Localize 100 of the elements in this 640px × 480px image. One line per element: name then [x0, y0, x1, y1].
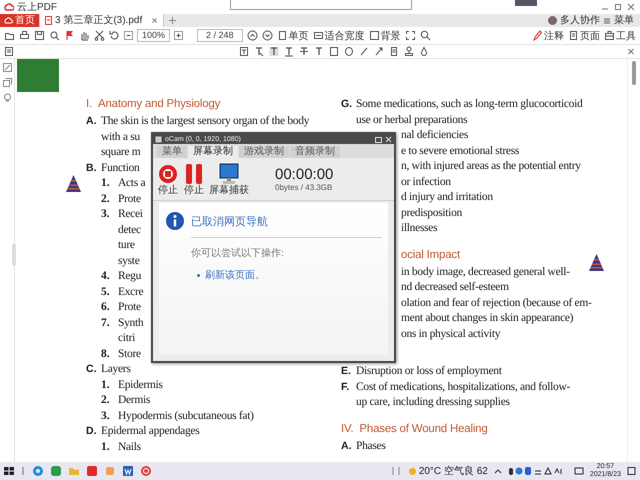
list-text: n, with injured areas as the potential entry	[401, 159, 581, 174]
rotate-icon[interactable]	[109, 30, 120, 41]
tab[interactable]: 菜单	[157, 146, 187, 158]
tab[interactable]: 屏幕录制	[188, 146, 238, 158]
edit-icon[interactable]	[2, 63, 12, 72]
notification-icon[interactable]	[627, 466, 636, 476]
list-text: predisposition	[401, 206, 462, 220]
toolbar-button[interactable]: 工具	[604, 28, 636, 42]
toolbar-button[interactable]: 页面	[568, 28, 600, 42]
page-number-field[interactable]: 2 / 248	[197, 29, 243, 42]
list-text: Dermis	[118, 393, 150, 408]
rectangle-icon[interactable]	[329, 46, 339, 57]
magnifier-icon[interactable]	[49, 30, 60, 41]
list-text: detec	[118, 222, 141, 238]
hint-text: 你可以尝试以下操作:	[191, 246, 285, 260]
view-button[interactable]: 单页	[276, 28, 309, 42]
list-text: Hypodermis (subcutaneous fat)	[118, 408, 254, 424]
text-icon[interactable]	[314, 46, 324, 57]
text-box-icon[interactable]	[239, 46, 249, 57]
app-icon[interactable]	[140, 465, 152, 477]
tab[interactable]: 3 第三章正文(3).pdf	[40, 14, 164, 27]
app-icon[interactable]	[50, 465, 62, 477]
list-text: Nails	[118, 440, 141, 454]
list-text: or infection	[401, 174, 451, 190]
section-heading: Phases of Wound Healing	[359, 422, 488, 436]
list-marker: 3.	[101, 408, 111, 424]
print-icon[interactable]	[19, 30, 30, 41]
list-marker: F.	[341, 380, 350, 394]
comment-icon[interactable]	[2, 93, 12, 102]
windows-icon[interactable]	[4, 466, 14, 476]
note-icon[interactable]	[389, 46, 399, 57]
zoom-in-icon[interactable]	[174, 30, 184, 41]
browser-icon[interactable]	[32, 465, 44, 477]
list-marker: A.	[86, 114, 98, 129]
list-marker: 2.	[101, 393, 111, 408]
stamp-icon[interactable]	[404, 46, 414, 57]
list-text: Prote	[118, 192, 141, 206]
list-marker: B.	[86, 160, 98, 176]
toolbar-button[interactable]: 停止	[183, 162, 205, 196]
strikethrough-icon[interactable]	[299, 46, 309, 57]
flag-icon[interactable]	[64, 30, 75, 41]
list-text: Cost of medications, hospitalizations, and follow-	[356, 380, 570, 394]
maximize-icon[interactable]	[375, 136, 382, 142]
scrollbar-thumb[interactable]	[632, 61, 636, 85]
drop-icon[interactable]	[419, 46, 429, 57]
list-marker: 4.	[101, 269, 111, 284]
menu-icon[interactable]	[603, 16, 611, 24]
list-marker: A.	[341, 438, 352, 454]
pages-icon[interactable]	[2, 78, 12, 87]
zoom-out-icon[interactable]	[124, 30, 133, 41]
arrow-icon[interactable]	[374, 46, 384, 57]
sun-icon	[408, 466, 417, 476]
hand-icon[interactable]	[79, 30, 90, 41]
list-text: Function	[101, 160, 140, 176]
list-text: syste	[118, 254, 140, 268]
toolbar-button[interactable]: 注释	[532, 28, 564, 42]
pyramid-icon	[66, 175, 81, 192]
scissors-icon[interactable]	[94, 30, 105, 41]
toolbar-button[interactable]: 屏幕捕获	[209, 162, 249, 196]
ellipse-icon[interactable]	[344, 46, 354, 57]
list-marker: IV.	[341, 422, 354, 436]
menu-button[interactable]: 菜单	[614, 14, 634, 27]
view-button[interactable]: 背景	[368, 28, 401, 42]
underline-text-icon[interactable]	[284, 46, 294, 57]
error-message: 已取消网页导航	[191, 214, 268, 228]
notes-icon[interactable]	[4, 46, 14, 57]
typewriter-icon[interactable]	[254, 46, 264, 57]
fit-icon[interactable]	[404, 30, 416, 41]
word-icon[interactable]	[122, 465, 134, 477]
list-marker: I.	[86, 97, 92, 112]
list-text: Epidermal appendages	[101, 424, 200, 439]
collaborate-button[interactable]: 多人协作	[560, 14, 600, 27]
next-page-icon[interactable]	[262, 30, 273, 41]
keyboard-icon[interactable]	[574, 466, 584, 476]
line-icon[interactable]	[359, 46, 369, 57]
storage-info: 0bytes / 43.3GB	[275, 183, 334, 192]
maximize-icon[interactable]	[613, 2, 623, 12]
list-marker: D.	[86, 424, 98, 439]
collapse-handle[interactable]	[12, 244, 16, 266]
app-icon[interactable]	[86, 465, 98, 477]
list-text: Store	[118, 346, 141, 362]
open-file-icon[interactable]	[4, 30, 15, 41]
view-button[interactable]: 适合宽度	[312, 28, 365, 42]
previous-page-icon[interactable]	[246, 30, 258, 41]
tab[interactable]: 游戏录制	[239, 146, 289, 158]
header-block	[17, 59, 59, 92]
close-icon[interactable]	[150, 16, 160, 25]
highlight-text-icon[interactable]	[269, 46, 279, 57]
zoom-field[interactable]: 100%	[137, 29, 170, 42]
tab[interactable]: 音频录制	[290, 146, 340, 158]
list-marker: 1.	[101, 378, 111, 392]
taskbar-handle-icon[interactable]	[390, 466, 402, 476]
close-icon[interactable]	[626, 46, 636, 57]
close-icon[interactable]	[626, 2, 636, 12]
chevron-up-icon[interactable]	[494, 467, 502, 475]
list-marker: 5.	[101, 284, 111, 300]
save-icon[interactable]	[34, 30, 45, 41]
tab[interactable]: 首页	[0, 14, 40, 27]
refresh-link[interactable]: 刷新该页面。	[205, 268, 265, 282]
toolbar-button[interactable]: 停止	[157, 162, 179, 196]
